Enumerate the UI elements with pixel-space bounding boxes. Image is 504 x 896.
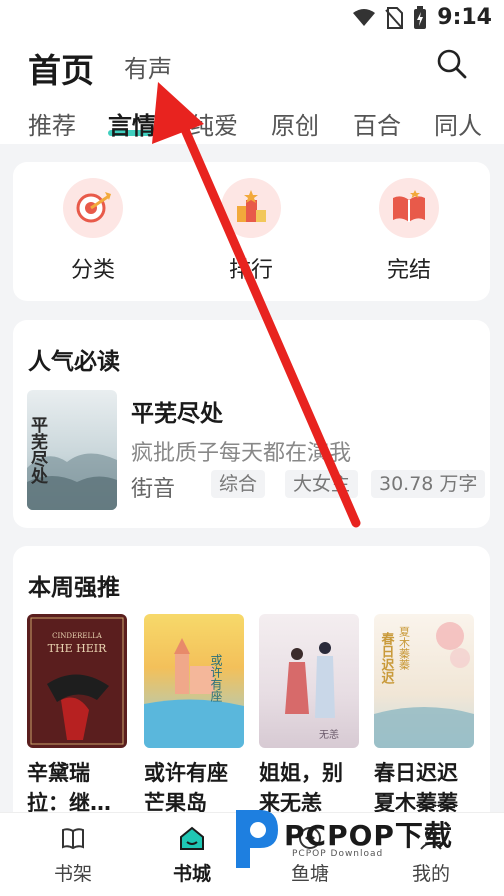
watermark-subtext: PCPOP Download — [292, 849, 384, 859]
search-icon — [437, 49, 467, 79]
target-icon — [63, 178, 123, 238]
category-item-classify[interactable]: 分类 — [48, 178, 138, 284]
book-cover[interactable]: CINDERELLA THE HEIR — [27, 614, 127, 748]
status-bar: 9:14 — [0, 0, 504, 36]
svg-text:春日迟迟: 春日迟迟 — [379, 631, 396, 685]
svg-text:CINDERELLA: CINDERELLA — [52, 632, 103, 640]
book-cover[interactable]: 平芜尽处 — [27, 390, 117, 510]
category-item-finished[interactable]: 完结 — [364, 178, 454, 284]
no-sim-icon — [385, 6, 404, 29]
book-icon — [379, 178, 439, 238]
bookshelf-icon — [62, 828, 84, 850]
watermark-text: PCPOP下载 — [284, 819, 453, 852]
cover-title-text: 平芜尽处 — [27, 416, 49, 485]
svg-text:无恙: 无恙 — [319, 728, 339, 741]
svg-text:夏木蓁蓁: 夏木蓁蓁 — [398, 626, 411, 670]
book-tag: 大女主 — [285, 470, 359, 498]
category-tabs: 推荐 言情 纯爱 原创 百合 同人 — [0, 104, 504, 144]
book-title[interactable]: 辛黛瑞拉：继… — [27, 758, 131, 818]
section-title: 本周强推 — [28, 575, 120, 601]
wifi-icon — [353, 8, 376, 26]
tab-fanfic[interactable]: 同人 — [434, 106, 482, 141]
bookstore-icon — [180, 826, 204, 850]
trophy-icon — [221, 178, 281, 238]
page-title[interactable]: 首页 — [28, 44, 94, 92]
nav-label: 书城 — [172, 863, 211, 885]
book-title[interactable]: 平芜尽处 — [131, 394, 223, 428]
book-author: 街音 — [131, 477, 176, 502]
nav-bookstore[interactable]: 书城 — [147, 825, 237, 886]
status-time: 9:14 — [437, 5, 492, 30]
category-card: 分类 排行 完结 — [13, 162, 490, 301]
tab-danmei[interactable]: 纯爱 — [190, 106, 238, 141]
category-label: 完结 — [386, 258, 431, 283]
tab-original[interactable]: 原创 — [271, 106, 319, 141]
tab-recommend[interactable]: 推荐 — [28, 106, 76, 141]
search-button[interactable] — [436, 48, 468, 80]
category-item-ranking[interactable]: 排行 — [206, 178, 296, 284]
header: 首页 有声 推荐 言情 纯爱 原创 百合 同人 — [0, 36, 504, 144]
book-cover[interactable]: 或许有座 — [144, 614, 244, 748]
audio-tab[interactable]: 有声 — [124, 49, 172, 84]
battery-icon — [414, 5, 427, 29]
tab-yuri[interactable]: 百合 — [353, 106, 401, 141]
popular-section: 人气必读 平芜尽处 平芜尽处 疯批质子每天都在演我 街音 综合 大女主 30.7… — [13, 320, 490, 528]
watermark-logo-icon — [236, 810, 278, 868]
svg-text:THE HEIR: THE HEIR — [48, 642, 107, 655]
category-label: 分类 — [70, 258, 115, 283]
book-cover[interactable]: 无恙 — [259, 614, 359, 748]
status-icons: 9:14 — [353, 5, 492, 30]
tab-romance[interactable]: 言情 — [108, 106, 156, 141]
nav-bookshelf[interactable]: 书架 — [28, 825, 118, 886]
nav-label: 书架 — [53, 863, 92, 885]
svg-text:或许有座: 或许有座 — [209, 654, 223, 703]
book-tag: 综合 — [211, 470, 266, 498]
book-cover[interactable]: 春日迟迟 夏木蓁蓁 — [374, 614, 474, 748]
book-description: 疯批质子每天都在演我 — [131, 441, 352, 466]
book-tag: 30.78 万字 — [371, 470, 486, 498]
section-title: 人气必读 — [28, 349, 120, 375]
watermark: PCPOP下载 PCPOP Download — [228, 800, 498, 880]
category-label: 排行 — [228, 258, 273, 283]
